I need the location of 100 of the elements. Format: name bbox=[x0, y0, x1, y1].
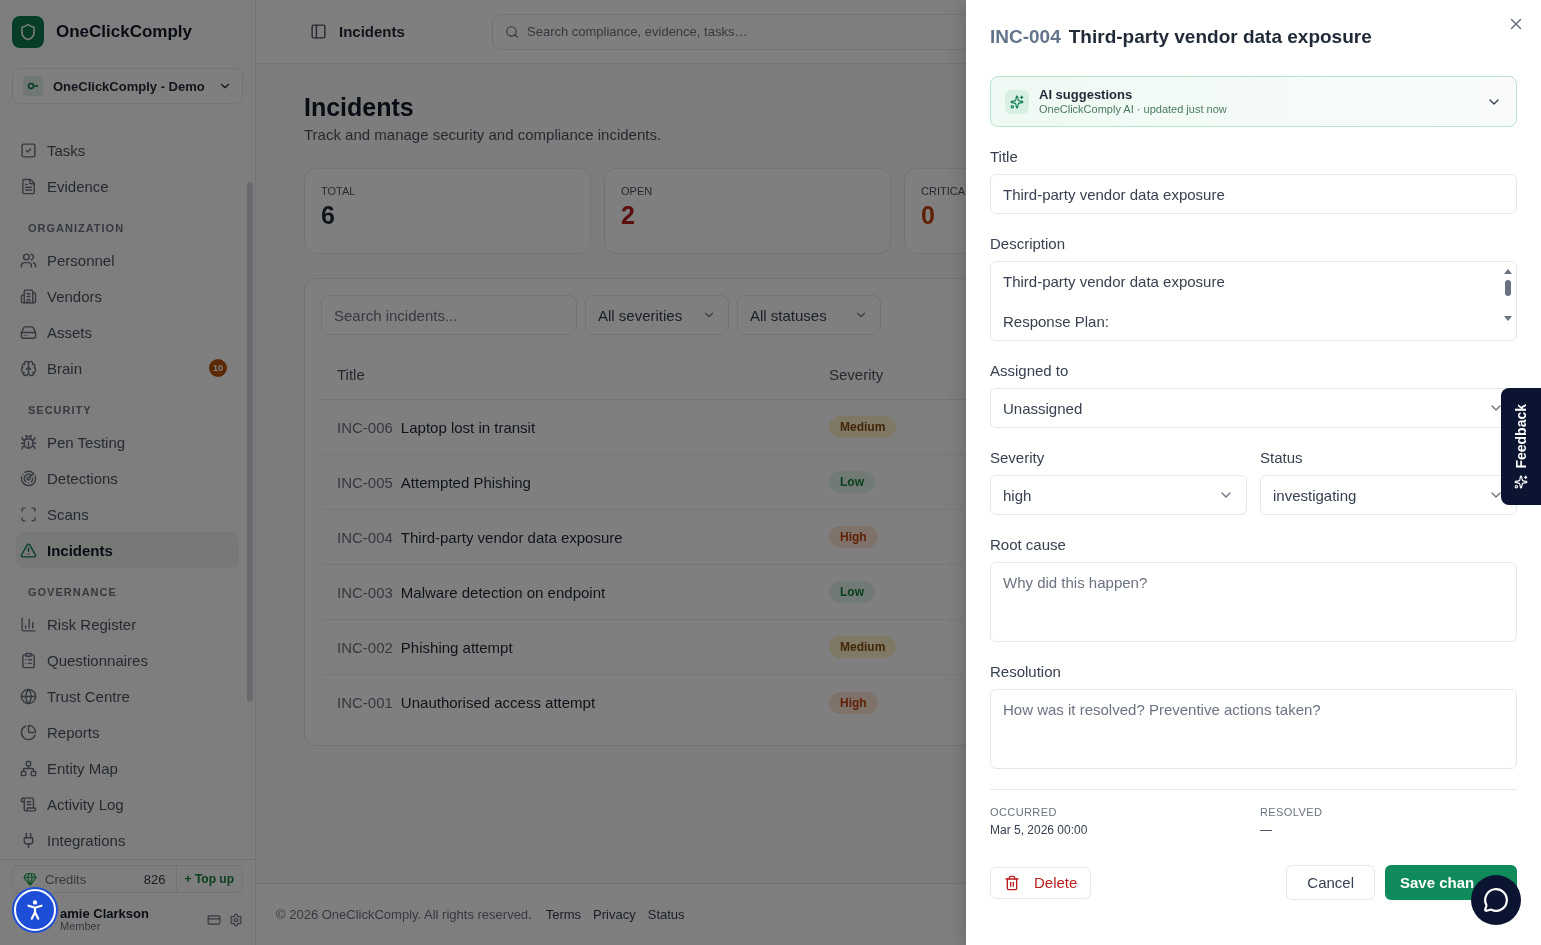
footer-link[interactable]: Privacy bbox=[593, 907, 636, 922]
page-title: Incidents bbox=[304, 92, 414, 122]
field-label: Status bbox=[1260, 449, 1304, 467]
nav-icon bbox=[20, 541, 37, 559]
incident-id: INC-001 bbox=[337, 694, 393, 711]
stat-value: 0 bbox=[921, 201, 935, 230]
sidebar-toggle-icon[interactable] bbox=[310, 23, 327, 40]
severity-select[interactable]: high bbox=[990, 475, 1247, 515]
severity-tag: Low bbox=[829, 581, 875, 603]
incident-id: INC-005 bbox=[337, 473, 393, 491]
credits-label: Credits bbox=[45, 871, 88, 887]
nav-item[interactable]: Questionnaires bbox=[16, 642, 239, 678]
page-breadcrumb: Incidents bbox=[339, 23, 406, 40]
nav-item[interactable]: Scans bbox=[16, 496, 239, 532]
ai-suggestions-panel[interactable]: AI suggestions OneClickComply AI · updated just now bbox=[990, 76, 1517, 127]
nav-item[interactable]: Brain 10 bbox=[16, 350, 239, 386]
sparkles-icon bbox=[1514, 474, 1528, 489]
nav-icon bbox=[20, 759, 37, 777]
incident-title[interactable]: Third-party vendor data exposure bbox=[400, 528, 623, 546]
ai-subtitle: OneClickComply AI · updated just now bbox=[1039, 102, 1228, 116]
nav-section-heading: SECURITY bbox=[27, 403, 93, 418]
nav-item[interactable]: Detections bbox=[16, 460, 239, 496]
page-subtitle: Track and manage security and compliance incidents. bbox=[304, 126, 662, 143]
field-label: Severity bbox=[990, 449, 1046, 467]
stat-value: 2 bbox=[621, 201, 635, 230]
sparkles-icon bbox=[1005, 89, 1029, 114]
user-name: amie Clarkson bbox=[60, 907, 150, 920]
nav-item[interactable]: Personnel bbox=[16, 242, 239, 278]
nav-item[interactable]: Evidence bbox=[16, 168, 239, 204]
nav-item[interactable]: Trust Centre bbox=[16, 678, 239, 714]
nav-icon bbox=[20, 723, 37, 741]
nav-item[interactable]: Vendors bbox=[16, 278, 239, 314]
card-icon[interactable] bbox=[207, 913, 221, 927]
incident-id: INC-004 bbox=[337, 528, 393, 546]
incident-title[interactable]: Phishing attempt bbox=[400, 638, 513, 656]
column-header: Severity bbox=[813, 350, 963, 400]
stat-value: 6 bbox=[321, 201, 335, 230]
severity-tag: Medium bbox=[829, 636, 897, 658]
incident-id: INC-003 bbox=[337, 583, 393, 601]
trash-icon bbox=[1004, 874, 1020, 891]
nav-icon bbox=[20, 287, 37, 305]
resolution-textarea[interactable]: How was it resolved? Preventive actions taken? bbox=[990, 689, 1517, 769]
nav-icon bbox=[20, 687, 37, 705]
nav-icon bbox=[20, 615, 37, 633]
nav-icon bbox=[20, 795, 37, 813]
status-select[interactable]: investigating bbox=[1260, 475, 1517, 515]
credits-value: 826 bbox=[143, 871, 166, 887]
filter-dropdown[interactable]: All severities bbox=[585, 295, 729, 335]
gem-icon bbox=[23, 872, 37, 886]
incident-title[interactable]: Laptop lost in transit bbox=[400, 418, 536, 436]
nav-section-heading: ORGANIZATION bbox=[27, 221, 126, 236]
nav-icon bbox=[20, 323, 37, 341]
severity-tag: High bbox=[829, 526, 878, 548]
incident-title[interactable]: Malware detection on endpoint bbox=[400, 583, 606, 601]
title-input[interactable]: Third-party vendor data exposure bbox=[990, 174, 1517, 214]
nav-item[interactable]: Risk Register bbox=[16, 606, 239, 642]
nav-item[interactable]: Integrations bbox=[16, 822, 239, 858]
brand-name: OneClickComply bbox=[56, 22, 193, 42]
incident-title[interactable]: Attempted Phishing bbox=[400, 473, 531, 491]
nav-item[interactable]: Pen Testing bbox=[16, 424, 239, 460]
delete-button[interactable]: Delete bbox=[990, 866, 1092, 899]
nav-icon bbox=[20, 505, 37, 523]
feedback-tab[interactable]: Feedback bbox=[1501, 388, 1541, 505]
user-role: Member bbox=[60, 920, 102, 933]
cancel-button[interactable]: Cancel bbox=[1286, 865, 1375, 900]
severity-tag: Medium bbox=[829, 416, 897, 438]
root-cause-textarea[interactable]: Why did this happen? bbox=[990, 562, 1517, 642]
nav-icon bbox=[20, 433, 37, 451]
description-textarea[interactable]: Third-party vendor data exposure Response Plan: bbox=[990, 261, 1517, 341]
nav-icon bbox=[20, 177, 37, 195]
settings-icon[interactable] bbox=[229, 913, 243, 927]
nav-item[interactable]: Activity Log bbox=[16, 786, 239, 822]
workspace-selector[interactable]: OneClickComply - Demo bbox=[12, 68, 243, 104]
stat-label: TOTAL bbox=[321, 185, 356, 197]
meta-value: Mar 5, 2026 00:00 bbox=[990, 823, 1089, 837]
nav-item[interactable]: Entity Map bbox=[16, 750, 239, 786]
field-label: Title bbox=[990, 148, 1019, 166]
severity-tag: High bbox=[829, 691, 878, 714]
field-label: Description bbox=[990, 235, 1067, 253]
incident-search-field[interactable]: Search incidents... bbox=[321, 295, 577, 335]
field-label: Root cause bbox=[990, 536, 1067, 554]
incident-id: INC-006 bbox=[337, 418, 393, 436]
nav-item[interactable]: Tasks bbox=[16, 132, 239, 168]
field-label: Assigned to bbox=[990, 362, 1070, 380]
nav-item[interactable]: Assets bbox=[16, 314, 239, 350]
stat-label: OPEN bbox=[621, 185, 653, 197]
accessibility-button[interactable] bbox=[14, 889, 56, 931]
top-up-button[interactable]: + Top up bbox=[175, 866, 242, 892]
footer-link[interactable]: Terms bbox=[545, 907, 582, 922]
incident-title[interactable]: Unauthorised access attempt bbox=[400, 694, 596, 711]
nav-icon bbox=[20, 359, 37, 377]
footer-link[interactable]: Status bbox=[647, 907, 685, 922]
column-header: Title bbox=[321, 350, 813, 400]
nav-item[interactable]: Reports bbox=[16, 714, 239, 750]
search-icon bbox=[505, 24, 519, 39]
logo-icon bbox=[12, 16, 44, 48]
filter-dropdown[interactable]: All statuses bbox=[737, 295, 881, 335]
nav-icon bbox=[20, 251, 37, 269]
nav-item[interactable]: Incidents bbox=[16, 532, 239, 568]
chat-bubble-icon bbox=[1483, 887, 1509, 913]
